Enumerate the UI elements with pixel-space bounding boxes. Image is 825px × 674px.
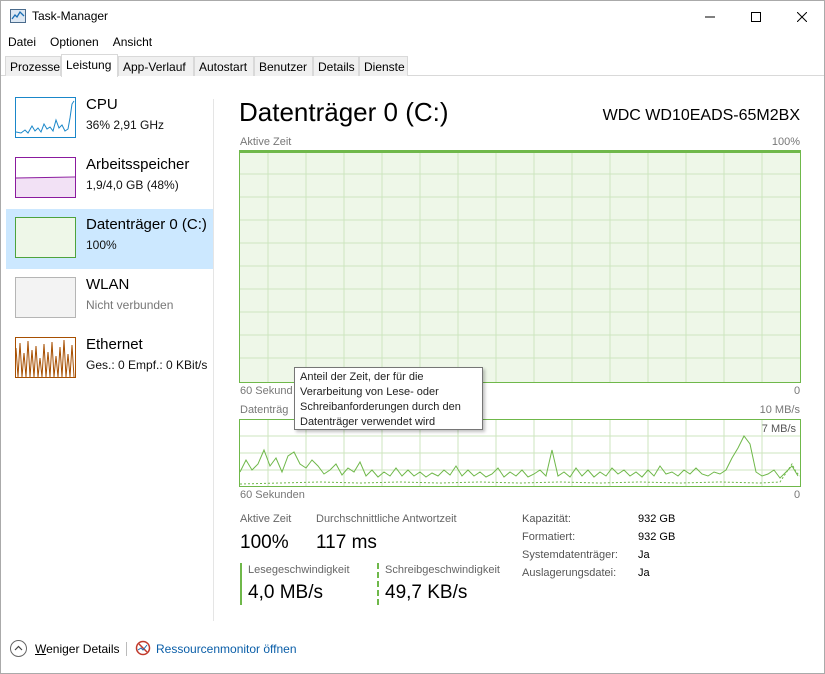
resource-name: WLAN	[86, 276, 130, 293]
wlan-thumbnail	[15, 277, 76, 318]
memory-thumbnail	[15, 157, 76, 198]
resource-subtext: Ges.: 0 Empf.: 0 KBit/s	[86, 358, 208, 372]
page-file-value: Ja	[638, 567, 650, 579]
write-speed-indicator	[377, 563, 379, 605]
pane-divider[interactable]	[213, 99, 214, 621]
tab-app-verlauf[interactable]: App-Verlauf	[118, 56, 194, 76]
fewer-details-button[interactable]: Weniger Details	[35, 642, 119, 656]
response-time-label: Durchschnittliche Antwortzeit	[316, 513, 457, 525]
disk-thumbnail	[15, 217, 76, 258]
chevron-up-icon[interactable]	[10, 640, 27, 657]
read-speed-value: 4,0 MB/s	[248, 582, 323, 603]
close-button[interactable]	[779, 1, 825, 32]
footer: Weniger Details Ressourcenmonitor öffnen	[1, 631, 824, 671]
active-time-value: 100%	[240, 532, 289, 553]
footer-separator	[126, 642, 127, 656]
graph1-time-label: 60 Sekund	[240, 385, 293, 397]
resource-subtext: 100%	[86, 238, 117, 252]
graph1-max: 100%	[771, 136, 800, 148]
title-bar[interactable]: Task-Manager	[1, 1, 824, 32]
open-resource-monitor-link[interactable]: Ressourcenmonitor öffnen	[156, 642, 297, 656]
tab-prozesse[interactable]: Prozesse	[5, 56, 61, 76]
resource-name: CPU	[86, 96, 118, 113]
resource-cpu[interactable]: CPU 36% 2,91 GHz	[6, 89, 213, 149]
maximize-button[interactable]	[733, 1, 779, 32]
task-manager-app-icon	[10, 9, 26, 23]
tab-dienste[interactable]: Dienste	[359, 56, 408, 76]
close-icon	[797, 11, 807, 22]
minimize-button[interactable]	[687, 1, 733, 32]
maximize-icon	[751, 11, 761, 22]
cpu-thumbnail	[15, 97, 76, 138]
system-disk-value: Ja	[638, 549, 650, 561]
menu-datei[interactable]: Datei	[1, 32, 43, 54]
window-title: Task-Manager	[32, 9, 109, 23]
read-speed-label: Lesegeschwindigkeit	[248, 564, 350, 576]
tab-bar: Prozesse Leistung App-Verlauf Autostart …	[1, 54, 824, 77]
system-disk-label: Systemdatenträger:	[522, 549, 618, 561]
tab-leistung[interactable]: Leistung	[61, 54, 118, 77]
disk-model: WDC WD10EADS-65M2BX	[602, 107, 800, 124]
resource-subtext: 36% 2,91 GHz	[86, 118, 165, 132]
resource-name: Ethernet	[86, 336, 143, 353]
resource-memory[interactable]: Arbeitsspeicher 1,9/4,0 GB (48%)	[6, 149, 213, 209]
graph1-label: Aktive Zeit	[240, 136, 292, 148]
tab-details[interactable]: Details	[313, 56, 359, 76]
resource-name: Datenträger 0 (C:)	[86, 216, 207, 233]
menu-bar: Datei Optionen Ansicht	[1, 32, 824, 54]
formatted-label: Formatiert:	[522, 531, 576, 543]
resource-disk-0[interactable]: Datenträger 0 (C:) 100%	[6, 209, 213, 269]
write-speed-value: 49,7 KB/s	[385, 582, 468, 603]
graph2-max: 10 MB/s	[759, 404, 800, 416]
resource-name: Arbeitsspeicher	[86, 156, 190, 173]
menu-optionen[interactable]: Optionen	[43, 32, 106, 54]
active-time-tooltip: Anteil der Zeit, der für die Verarbeitun…	[294, 367, 483, 430]
formatted-value: 932 GB	[638, 531, 676, 543]
tab-benutzer[interactable]: Benutzer	[254, 56, 313, 76]
graph2-time-label: 60 Sekunden	[240, 489, 305, 501]
page-file-label: Auslagerungsdatei:	[522, 567, 617, 579]
resource-subtext: Nicht verbunden	[86, 298, 174, 312]
tab-autostart[interactable]: Autostart	[194, 56, 254, 76]
ethernet-thumbnail	[15, 337, 76, 378]
resource-ethernet[interactable]: Ethernet Ges.: 0 Empf.: 0 KBit/s	[6, 329, 213, 389]
graph1-min: 0	[794, 385, 801, 397]
menu-ansicht[interactable]: Ansicht	[106, 32, 159, 54]
resource-list: CPU 36% 2,91 GHz Arbeitsspeicher 1,9/4,0…	[1, 77, 214, 621]
graph2-min: 0	[794, 489, 801, 501]
resource-subtext: 1,9/4,0 GB (48%)	[86, 178, 179, 192]
graph2-inner-max: 7 MB/s	[761, 423, 796, 435]
page-title: Datenträger 0 (C:)	[239, 97, 449, 127]
resource-wlan[interactable]: WLAN Nicht verbunden	[6, 269, 213, 329]
capacity-label: Kapazität:	[522, 513, 571, 525]
capacity-value: 932 GB	[638, 513, 676, 525]
write-speed-label: Schreibgeschwindigkeit	[385, 564, 500, 576]
task-manager-window: Task-Manager Datei Optionen Ansicht Proz…	[0, 0, 825, 674]
resource-monitor-icon[interactable]	[135, 640, 151, 656]
read-speed-indicator	[240, 563, 242, 605]
active-time-graph[interactable]	[239, 150, 801, 383]
active-time-label: Aktive Zeit	[240, 513, 292, 525]
minimize-icon	[705, 16, 715, 17]
graph2-label: Datenträg	[240, 404, 289, 416]
response-time-value: 117 ms	[316, 532, 377, 553]
